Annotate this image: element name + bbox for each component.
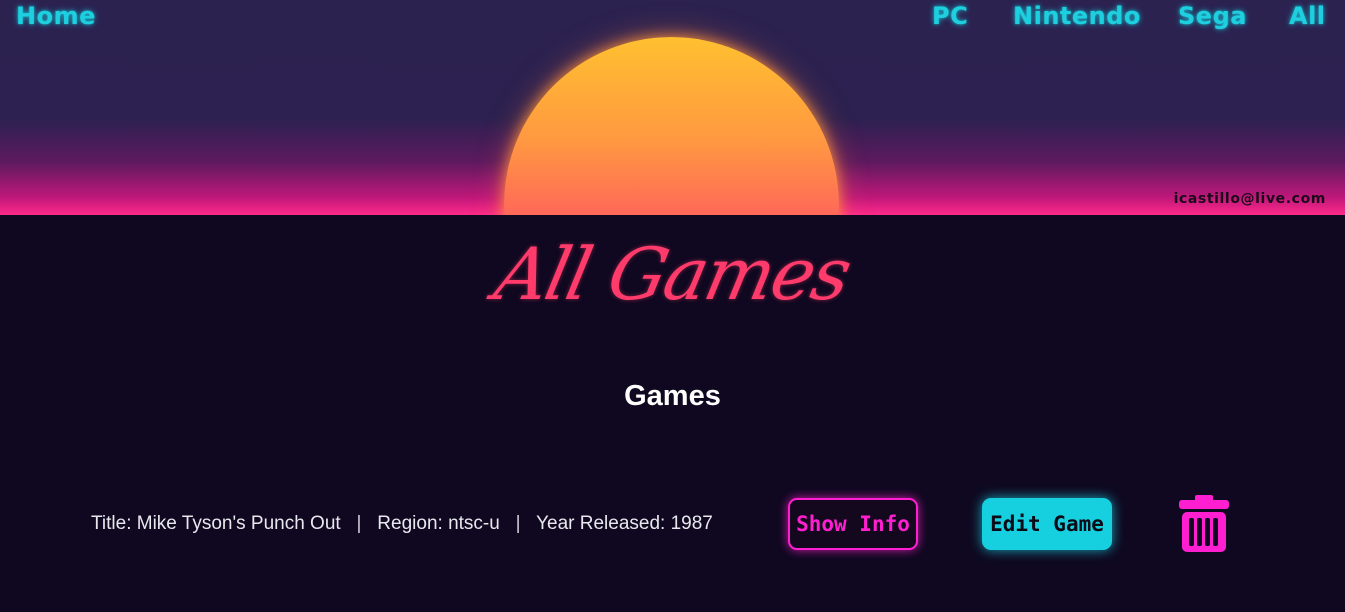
edit-game-button[interactable]: Edit Game [982,498,1112,550]
game-title: Title: Mike Tyson's Punch Out [91,513,341,534]
nav-nintendo-link[interactable]: Nintendo [1013,2,1141,30]
separator: | [356,513,362,534]
nav-pc-link[interactable]: PC [932,2,968,30]
game-info: Title: Mike Tyson's Punch Out | Region: … [91,513,713,535]
nav-home-link[interactable]: Home [16,2,96,30]
game-region: Region: ntsc-u [377,513,500,534]
nav-all-link[interactable]: All [1289,2,1326,30]
separator: | [515,513,521,534]
user-email: icastillo@live.com [1173,191,1326,207]
section-title: Games [624,380,721,412]
show-info-button[interactable]: Show Info [788,498,918,550]
sunset-sun [504,37,839,215]
hero-banner: Home PC Nintendo Sega All icastillo@live… [0,0,1345,215]
game-year: Year Released: 1987 [536,513,713,534]
page-title: All Games [487,232,858,316]
nav-sega-link[interactable]: Sega [1178,2,1247,30]
game-row: Title: Mike Tyson's Punch Out | Region: … [0,495,1345,555]
trash-icon[interactable] [1178,495,1230,555]
